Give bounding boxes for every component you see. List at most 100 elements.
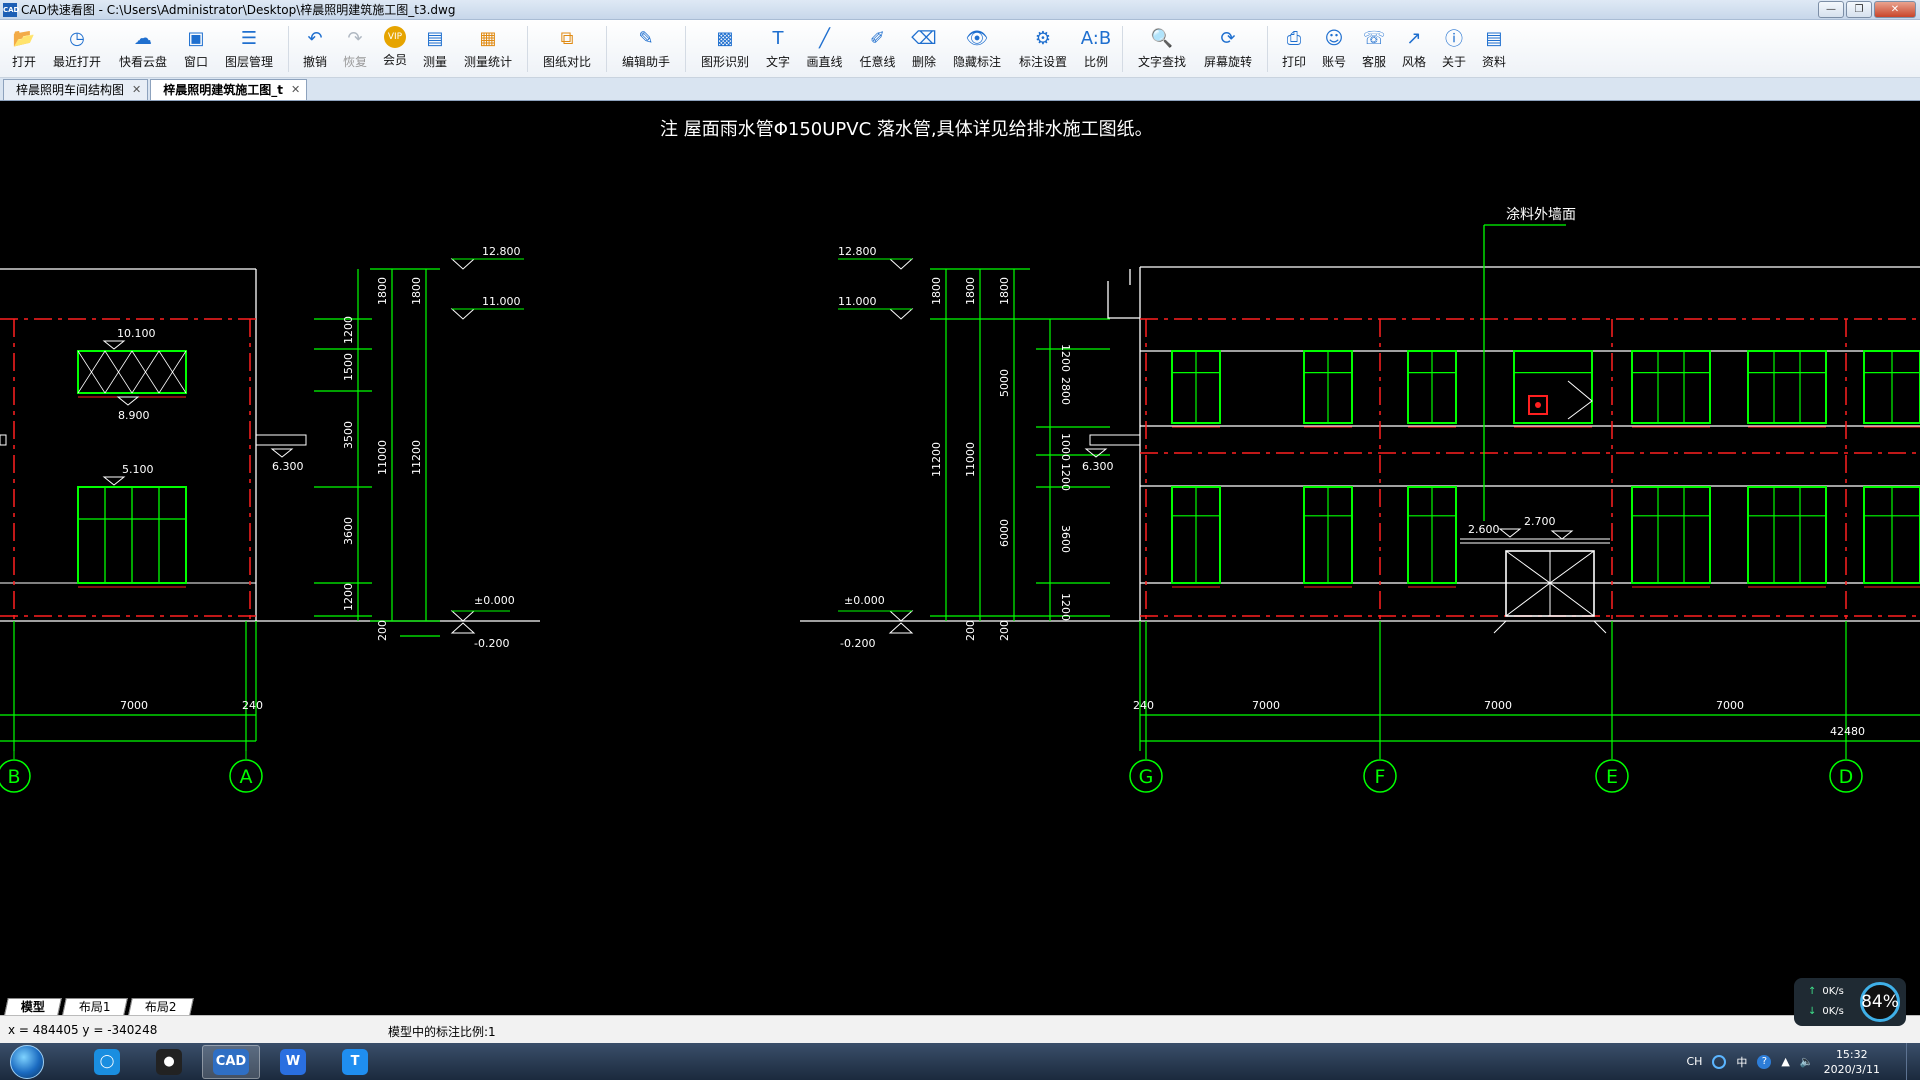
taskbar-apps: ◯ ● CAD W T [74,1044,384,1079]
window-level-label: 10.100 [117,327,156,340]
tab-model[interactable]: 模型 [4,998,62,1015]
tab-layout-1[interactable]: 布局1 [62,998,128,1015]
toolbar-label: 资料 [1481,55,1506,69]
network-speed-widget[interactable]: ↑ 0K/s ↓ 0K/s 84% [1794,978,1906,1026]
toolbar-label: 窗口 [183,55,208,69]
volume-icon[interactable]: 🔈 [1800,1055,1814,1068]
toolbar-layers-button[interactable]: ☰ 图层管理 [216,20,282,76]
toolbar-label: 关于 [1441,55,1466,69]
toolbar-label: 测量 [422,55,447,69]
elevation-label: 2.600 [1468,523,1500,536]
language-indicator[interactable]: CH [1686,1055,1702,1068]
axis-label: F [1375,766,1386,788]
tab-structure-drawing[interactable]: 梓晨照明车间结构图 ✕ [3,79,149,100]
print-icon: ⎙ [1286,27,1302,49]
dim-label: 240 [242,699,263,712]
toolbar-folder-button[interactable]: 📂 打开 [4,20,44,76]
toolbar-line-button[interactable]: ╱ 画直线 [798,20,851,76]
account-icon: ☺ [1324,27,1344,49]
toolbar-resources-button[interactable]: ▤ 资料 [1474,20,1514,76]
toolbar-text-button[interactable]: T 文字 [758,20,798,76]
toolbar-scale-button[interactable]: A:B 比例 [1076,20,1116,76]
toolbar-undo-button[interactable]: ↶ 撤销 [295,20,335,76]
dim-label: 11000 [964,442,977,477]
tab-label: 梓晨照明车间结构图 [16,83,125,97]
dim-label: 1200 [342,583,355,611]
close-icon[interactable]: ✕ [291,80,300,100]
tab-layout-2[interactable]: 布局2 [127,998,194,1015]
toolbar-headset-button[interactable]: ☏ 客服 [1354,20,1394,76]
upload-arrow-icon: ↑ [1808,986,1817,997]
ime-indicator[interactable]: 中 [1736,1054,1747,1070]
drawing-canvas[interactable]: 注 屋面雨水管Φ150UPVC 落水管,具体详见给排水施工图纸。 10.100 … [0,101,1920,995]
qq-taskbar-button[interactable]: ● [140,1045,198,1079]
toolbar-label: 客服 [1361,55,1386,69]
minimize-button[interactable]: — [1818,1,1844,18]
show-desktop-button[interactable] [1906,1043,1920,1080]
elevation-label: 12.800 [838,245,877,258]
cad-icon: CAD [212,1048,250,1075]
shape-recognition-icon: ▩ [716,27,734,49]
help-icon[interactable]: ? [1757,1054,1772,1069]
eraser-icon: ⌫ [911,27,937,49]
layers-icon: ☰ [240,27,258,49]
expand-tray-icon[interactable]: ▲ [1781,1055,1789,1068]
toolbar-label: 快看云盘 [118,55,167,69]
cursor-coordinates: x = 484405 y = -340248 [8,1023,158,1037]
tab-architecture-drawing[interactable]: 梓晨照明建筑施工图_t ✕ [150,79,308,100]
facade-window [1631,486,1711,584]
toolbar-style-button[interactable]: ↗ 风格 [1394,20,1434,76]
toolbar-vip-button[interactable]: VIP 会员 [375,20,415,76]
toolbar-freehand-button[interactable]: ✐ 任意线 [851,20,904,76]
search-icon[interactable] [1712,1054,1727,1069]
right-elevation: 12.800 11.000 ±0.000 -0.200 1800 1800 18… [800,207,1920,793]
elevation-label: 12.800 [482,245,521,258]
clock[interactable]: 15:32 2020/3/11 [1824,1047,1880,1077]
dim-label: 11200 [930,442,943,477]
scale-icon: A:B [1080,27,1112,49]
dim-label: 2800 [1059,377,1072,405]
toolbar-separator [685,26,686,72]
window-row-lower [1171,486,1920,588]
elevation-label: 6.300 [272,460,304,473]
toolbar-shape-recognition-button[interactable]: ▩ 图形识别 [692,20,758,76]
toolbar-edit-assistant-button[interactable]: ✎ 编辑助手 [613,20,679,76]
text-app-taskbar-button[interactable]: T [326,1045,384,1079]
dim-label: 1800 [998,277,1011,305]
toolbar-eraser-button[interactable]: ⌫ 删除 [904,20,944,76]
browser-icon: ◯ [94,1048,120,1075]
dim-label: 200 [376,620,389,641]
toolbar-label: 恢复 [342,55,367,69]
toolbar-window-button[interactable]: ▣ 窗口 [176,20,216,76]
toolbar-recent-button[interactable]: ◷ 最近打开 [44,20,110,76]
toolbar-text-search-button[interactable]: 🔍 文字查找 [1129,20,1195,76]
toolbar-label: 打印 [1281,55,1306,69]
toolbar-info-button[interactable]: ⓘ 关于 [1434,20,1474,76]
close-button[interactable]: ✕ [1874,1,1916,18]
toolbar-print-button[interactable]: ⎙ 打印 [1274,20,1314,76]
toolbar-label: 标注设置 [1018,55,1067,69]
dim-label: 7000 [1716,699,1744,712]
dim-label: 6000 [998,519,1011,547]
toolbar-rotate-screen-button[interactable]: ⟳ 屏幕旋转 [1195,20,1261,76]
start-button[interactable] [10,1044,44,1079]
info-icon: ⓘ [1445,29,1463,50]
toolbar-measure-stats-button[interactable]: ▦ 测量统计 [455,20,521,76]
toolbar-redo-button[interactable]: ↷ 恢复 [335,20,375,76]
toolbar-label: 图形识别 [700,55,749,69]
toolbar-hide-annotation-button[interactable]: 👁 隐藏标注 [944,20,1010,76]
close-icon[interactable]: ✕ [132,80,141,100]
maximize-button[interactable]: ❐ [1846,1,1872,18]
download-speed: 0K/s [1822,1006,1844,1017]
toolbar-cloud-button[interactable]: ☁ 快看云盘 [110,20,176,76]
text-search-icon: 🔍 [1150,27,1174,49]
drawing-note: 注 屋面雨水管Φ150UPVC 落水管,具体详见给排水施工图纸。 [660,119,1153,140]
toolbar-annotation-settings-button[interactable]: ⚙ 标注设置 [1010,20,1076,76]
toolbar-measure-button[interactable]: ▤ 测量 [415,20,455,76]
wps-taskbar-button[interactable]: W [264,1045,322,1079]
browser-taskbar-button[interactable]: ◯ [78,1045,136,1079]
toolbar-compare-button[interactable]: ⧉ 图纸对比 [534,20,600,76]
toolbar-account-button[interactable]: ☺ 账号 [1314,20,1354,76]
cad-taskbar-button[interactable]: CAD [202,1044,260,1079]
elevation-label: ±0.000 [474,594,515,607]
